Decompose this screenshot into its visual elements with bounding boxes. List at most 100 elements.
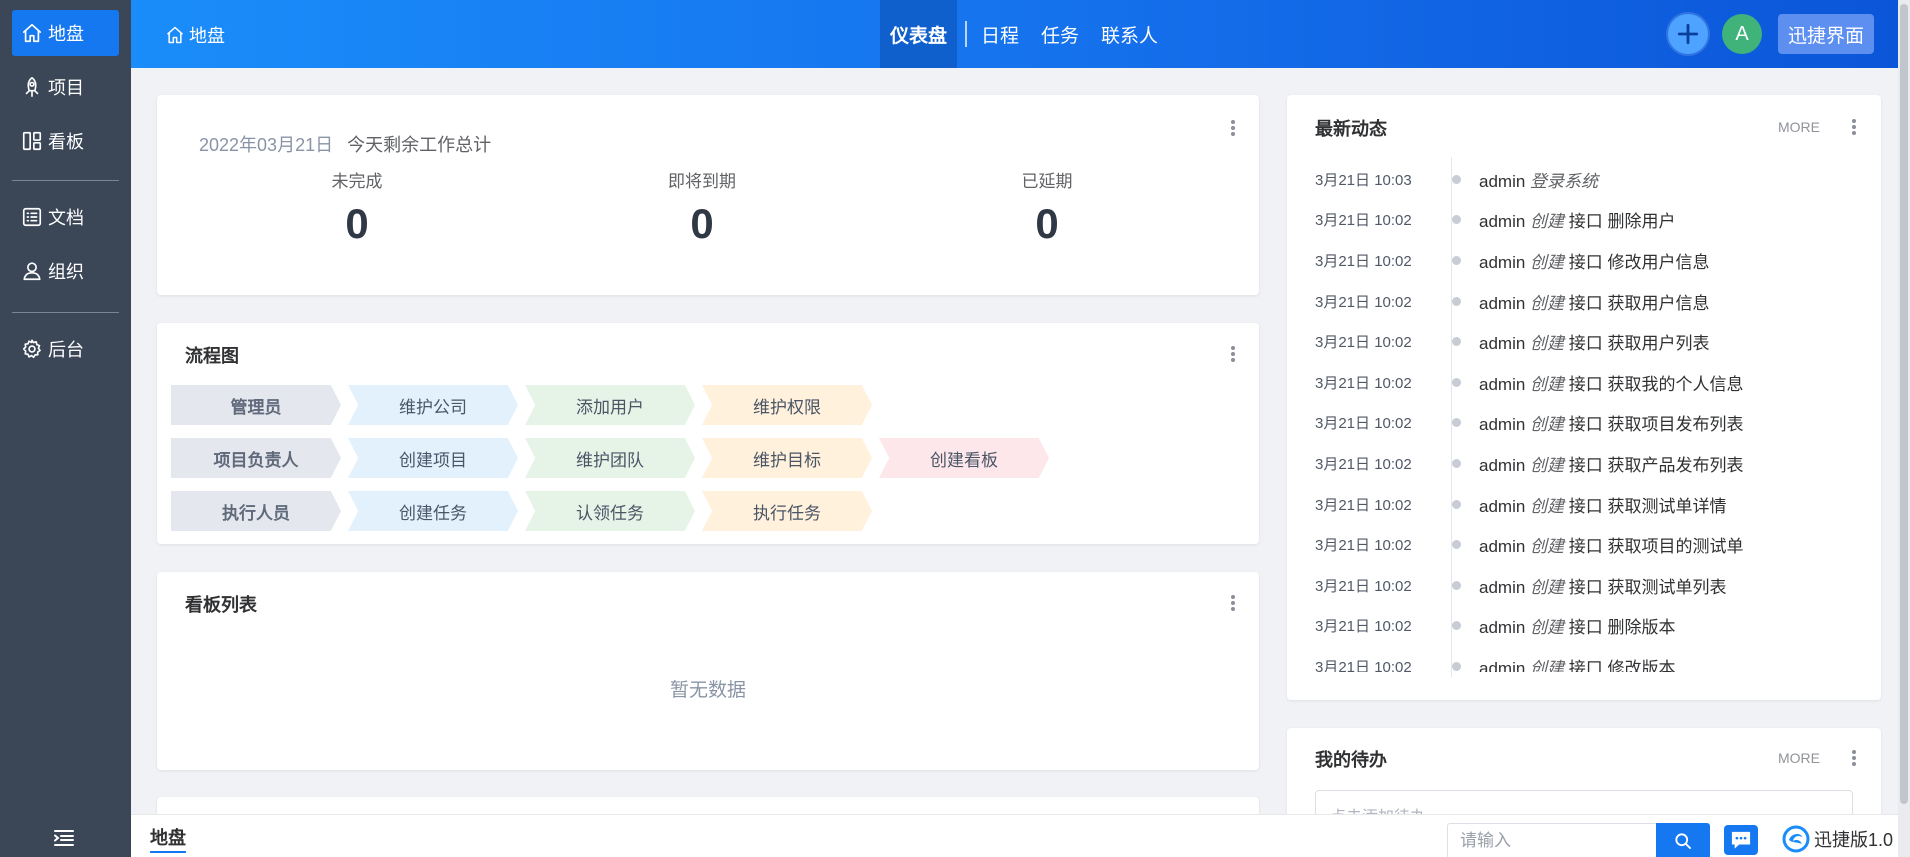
stat-incomplete[interactable]: 未完成 0 <box>277 167 437 248</box>
stat-label: 已延期 <box>1021 172 1073 191</box>
stat-overdue[interactable]: 已延期 0 <box>967 167 1127 248</box>
activity-text: admin 创建 接口 获取用户列表 <box>1479 329 1710 354</box>
more-menu-icon[interactable] <box>1226 117 1240 139</box>
search-button[interactable] <box>1656 823 1710 857</box>
search-icon <box>1675 833 1691 849</box>
sidebar-item-label: 后台 <box>48 340 84 360</box>
sidebar: 地盘 项目 看板 文档 组织 后台 <box>0 0 131 857</box>
activity-item[interactable]: 3月21日 10:02 admin 创建 接口 获取项目发布列表 <box>1315 403 1875 444</box>
activity-user: admin <box>1479 577 1526 597</box>
avatar[interactable]: A <box>1722 14 1762 54</box>
version-badge[interactable]: 迅捷版1.0 <box>1782 825 1893 853</box>
flow-step[interactable]: 创建项目 <box>348 438 518 478</box>
flow-step[interactable]: 维护权限 <box>702 385 872 425</box>
activity-item[interactable]: 3月21日 10:02 admin 创建 接口 获取用户信息 <box>1315 281 1875 322</box>
flow-step[interactable]: 执行任务 <box>702 491 872 531</box>
sidebar-item-home[interactable]: 地盘 <box>12 10 119 56</box>
activity-time: 3月21日 10:03 <box>1315 171 1412 189</box>
flow-step[interactable]: 维护团队 <box>525 438 695 478</box>
activity-user: admin <box>1479 374 1526 394</box>
scrollbar-thumb[interactable] <box>1900 4 1908 804</box>
activity-item[interactable]: 3月21日 10:02 admin 创建 接口 获取测试单详情 <box>1315 484 1875 525</box>
activity-action: 创建 <box>1530 537 1565 557</box>
activity-target: 接口 获取测试单列表 <box>1568 577 1727 597</box>
flow-step[interactable]: 创建看板 <box>879 438 1049 478</box>
card-title: 我的待办 <box>1315 750 1387 770</box>
tab-dashboard[interactable]: 仪表盘 <box>880 0 958 68</box>
bottom-tab-home[interactable]: 地盘 <box>150 824 186 853</box>
flow-step[interactable]: 维护公司 <box>348 385 518 425</box>
activity-text: admin 创建 接口 修改版本 <box>1479 654 1676 672</box>
flow-step: 项目负责人 <box>171 438 341 478</box>
sidebar-item-org[interactable]: 组织 <box>12 248 119 294</box>
chat-button[interactable] <box>1724 825 1758 855</box>
activity-user: admin <box>1479 415 1526 435</box>
more-menu-icon[interactable] <box>1847 747 1861 769</box>
more-menu-icon[interactable] <box>1226 343 1240 365</box>
activity-user: admin <box>1479 496 1526 516</box>
timeline-dot <box>1452 458 1461 468</box>
tab-calendar[interactable]: 日程 <box>981 21 1019 48</box>
activity-item[interactable]: 3月21日 10:02 admin 创建 接口 删除用户 <box>1315 200 1875 241</box>
sidebar-item-boards[interactable]: 看板 <box>12 118 119 164</box>
activity-time: 3月21日 10:02 <box>1315 212 1412 230</box>
activity-action: 创建 <box>1530 293 1565 313</box>
tab-tasks[interactable]: 任务 <box>1041 21 1079 48</box>
timeline-dot <box>1452 296 1461 306</box>
timeline-dot <box>1452 540 1461 550</box>
activity-user: admin <box>1479 293 1526 313</box>
stat-value: 0 <box>345 200 369 247</box>
timeline-dot <box>1452 174 1461 184</box>
flow-step[interactable]: 创建任务 <box>348 491 518 531</box>
timeline-dot <box>1452 337 1461 347</box>
tab-contacts[interactable]: 联系人 <box>1101 21 1158 48</box>
activity-target: 接口 获取产品发布列表 <box>1568 455 1744 475</box>
activity-action: 创建 <box>1530 212 1565 232</box>
flow-step[interactable]: 添加用户 <box>525 385 695 425</box>
rocket-icon <box>20 75 44 99</box>
activity-user: admin <box>1479 618 1526 638</box>
activity-action: 登录系统 <box>1530 171 1599 191</box>
activity-item[interactable]: 3月21日 10:02 admin 创建 接口 获取用户列表 <box>1315 321 1875 362</box>
activity-item[interactable]: 3月21日 10:03 admin 登录系统 <box>1315 159 1875 200</box>
user-icon <box>20 259 44 283</box>
activity-item[interactable]: 3月21日 10:02 admin 创建 接口 获取项目的测试单 <box>1315 524 1875 565</box>
sidebar-item-label: 看板 <box>48 132 84 152</box>
activity-item[interactable]: 3月21日 10:02 admin 创建 接口 修改用户信息 <box>1315 240 1875 281</box>
timeline-dot <box>1452 377 1461 387</box>
sidebar-item-label: 项目 <box>48 78 84 98</box>
sidebar-item-docs[interactable]: 文档 <box>12 194 119 240</box>
flow-step[interactable]: 维护目标 <box>702 438 872 478</box>
add-button[interactable] <box>1668 14 1708 54</box>
activity-item[interactable]: 3月21日 10:02 admin 创建 接口 删除版本 <box>1315 606 1875 647</box>
quick-ui-button[interactable]: 迅捷界面 <box>1778 14 1874 54</box>
more-link[interactable]: MORE <box>1778 119 1820 135</box>
plus-icon <box>1677 23 1699 45</box>
page-scrollbar <box>1898 0 1910 857</box>
activity-item[interactable]: 3月21日 10:02 admin 创建 接口 获取测试单列表 <box>1315 565 1875 606</box>
activity-item[interactable]: 3月21日 10:02 admin 创建 接口 获取产品发布列表 <box>1315 443 1875 484</box>
flow-step[interactable]: 认领任务 <box>525 491 695 531</box>
stat-due-soon[interactable]: 即将到期 0 <box>622 167 782 248</box>
activity-user: admin <box>1479 537 1526 557</box>
card-title: 流程图 <box>185 346 239 366</box>
activity-time: 3月21日 10:02 <box>1315 252 1412 270</box>
activity-item[interactable]: 3月21日 10:02 admin 创建 接口 获取我的个人信息 <box>1315 362 1875 403</box>
sidebar-collapse-icon[interactable] <box>52 826 76 850</box>
activity-item[interactable]: 3月21日 10:02 admin 创建 接口 修改版本 <box>1315 646 1875 672</box>
sidebar-divider <box>12 180 119 181</box>
more-menu-icon[interactable] <box>1847 116 1861 138</box>
sidebar-item-projects[interactable]: 项目 <box>12 64 119 110</box>
sidebar-item-admin[interactable]: 后台 <box>12 326 119 372</box>
search-input[interactable] <box>1447 823 1656 857</box>
top-bar: 地盘 仪表盘 日程 任务 联系人 A 迅捷界面 <box>131 0 1910 68</box>
activity-action: 创建 <box>1530 496 1565 516</box>
activity-card: 最新动态 MORE 3月21日 10:03 admin 登录系统 3月21日 10… <box>1287 95 1881 700</box>
timeline-dot <box>1452 580 1461 590</box>
more-menu-icon[interactable] <box>1226 592 1240 614</box>
activity-text: admin 创建 接口 获取用户信息 <box>1479 289 1710 314</box>
activity-action: 创建 <box>1530 374 1565 394</box>
breadcrumb[interactable]: 地盘 <box>165 22 225 48</box>
more-link[interactable]: MORE <box>1778 750 1820 766</box>
activity-target: 接口 获取项目发布列表 <box>1568 415 1744 435</box>
